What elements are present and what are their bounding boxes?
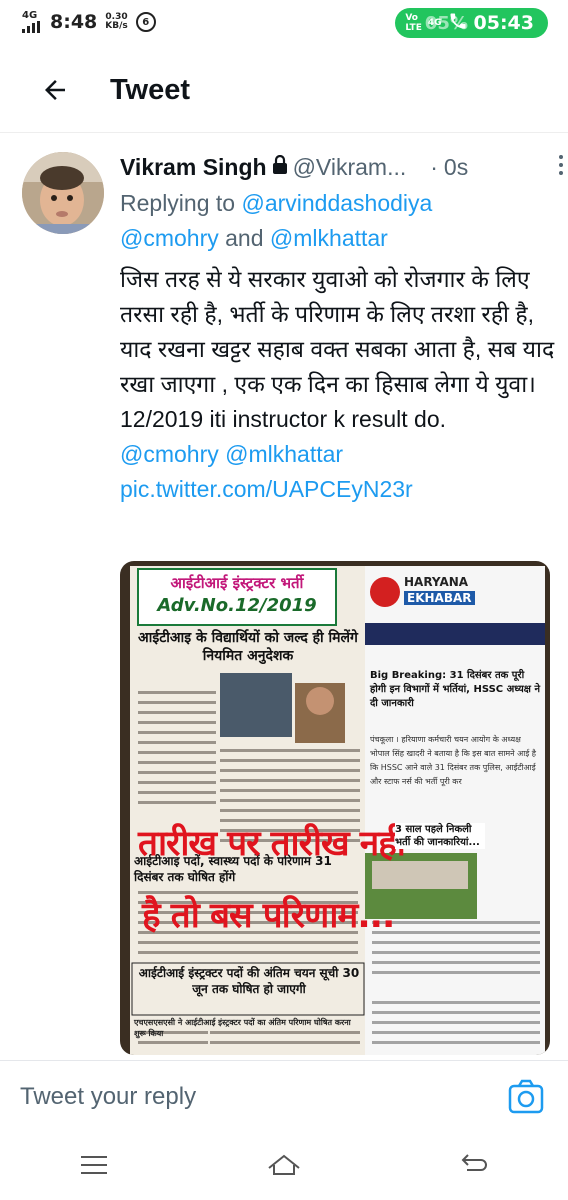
net-speed: 0.30 KB/s [105,12,128,31]
back-button[interactable] [0,75,110,105]
home-icon [268,1154,300,1175]
call-pill[interactable]: Vo LTE 4G 05:43 [395,8,548,38]
tweet-time: 0s [443,153,469,180]
media-banner-adv: Adv.No.12/2019 [157,595,317,616]
media-right-body: पंचकूला । हरियाणा कर्मचारी चयन आयोग के अ… [370,735,537,786]
author-name[interactable]: Vikram Singh [120,154,267,181]
reply-bar: Tweet your reply [0,1060,568,1133]
media-headline: आईटीआइ के विद्यार्थियों को जल्द ही मिलें… [138,630,358,664]
replying-to: Replying to @arvinddashodiya @cmohry and… [120,190,433,251]
media-right-headline: Big Breaking: 31 दिसंबर तक पूरी होगी इन … [370,670,541,709]
clock: 8:48 [50,11,98,33]
back-arrow-icon [45,80,65,100]
call-timer: 05:43 [473,12,534,34]
author-handle[interactable]: @Vikram... [293,154,407,181]
media-overlay-line2: है तो बस परिणाम... [142,896,395,936]
mention-link[interactable]: @mlkhattar [225,441,343,467]
camera-button[interactable] [506,1077,546,1117]
menu-icon [80,1156,107,1174]
status-bar: 4G 8:48 0.30 KB/s 6 Vo LTE 4G 05:43 05% [0,0,568,44]
author-row: Vikram Singh @Vikram... · 0s [120,148,560,186]
reply-mention[interactable]: @arvinddashodiya [241,190,432,216]
home-button[interactable] [266,1152,302,1182]
system-nav-bar [0,1134,568,1200]
back-nav-button[interactable] [459,1152,489,1182]
media-small-box: 3 साल पहले निकली भर्ती की जानकारियां... [395,823,485,849]
menu-button[interactable] [79,1153,109,1181]
mention-link[interactable]: @cmohry [120,441,219,467]
avatar[interactable] [22,152,104,234]
signal-icon: 4G [22,11,42,33]
reply-input[interactable]: Tweet your reply [0,1083,506,1111]
tweet-body: जिस तरह से ये सरकार युवाओ को रोजगार के ल… [120,262,560,507]
notification-count: 6 [135,12,156,32]
reply-mention[interactable]: @mlkhattar [270,225,388,251]
camera-icon [508,1079,544,1114]
back-nav-icon [461,1154,488,1171]
lock-icon [271,154,289,181]
separator-dot: · [430,153,438,180]
page-title: Tweet [110,73,191,106]
pic-link[interactable]: pic.twitter.com/UAPCEyN23r [120,472,560,507]
app-bar: Tweet [0,48,568,133]
more-icon[interactable] [558,154,564,182]
tweet-media-image[interactable]: आईटीआई इंस्ट्रक्टर भर्ती Adv.No.12/2019 … [120,561,550,1055]
media-logo: HARYANA EKHABAR [370,573,475,617]
reply-mention[interactable]: @cmohry [120,225,219,251]
battery-percent: 05% [424,13,468,34]
tweet-text-line2: 12/2019 iti instructor k result do. [120,406,446,432]
tweet-text: जिस तरह से ये सरकार युवाओ को रोजगार के ल… [120,266,555,397]
media-bottom-sub: एचएसएसएसी ने आईटीआई इंस्ट्रक्टर पदों का … [134,1018,351,1038]
media-banner-title: आईटीआई इंस्ट्रक्टर भर्ती [170,574,304,592]
media-bottom-headline: आईटीआई इंस्ट्रक्टर पदों की अंतिम चयन सूच… [138,966,360,996]
